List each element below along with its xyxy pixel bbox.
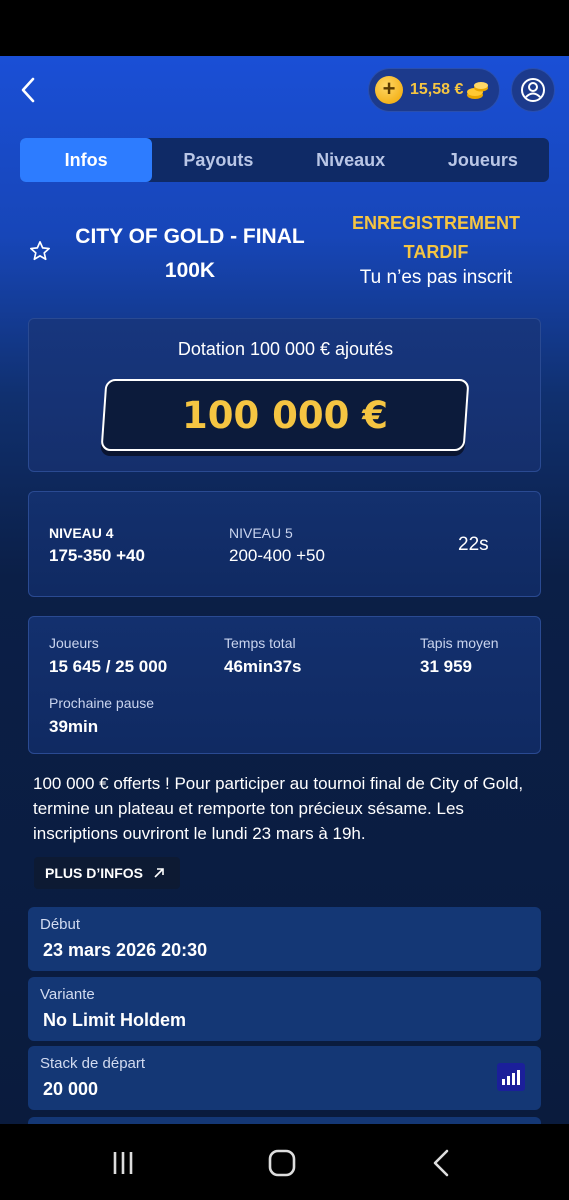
starting-stack-item: Stack de départ 20 000 — [28, 1046, 541, 1110]
more-info-label: PLUS D’INFOS — [45, 865, 144, 881]
back-arrow-icon — [433, 1149, 449, 1177]
current-level-blinds: 175-350 +40 — [49, 546, 145, 565]
tab-niveaux[interactable]: Niveaux — [285, 138, 417, 182]
next-level-label: NIVEAU 5 — [229, 525, 293, 541]
variant-label: Variante — [40, 986, 95, 1003]
tab-infos[interactable]: Infos — [20, 138, 153, 182]
back-button[interactable] — [14, 74, 42, 106]
start-date-item: Début 23 mars 2026 20:30 — [28, 907, 541, 971]
favorite-star-icon[interactable] — [29, 240, 51, 262]
current-level-label: NIVEAU 4 — [49, 525, 114, 541]
more-info-button[interactable]: PLUS D’INFOS — [34, 857, 180, 889]
stats-card: Joueurs 15 645 / 25 000 Temps total 46mi… — [28, 616, 541, 754]
home-button[interactable] — [262, 1146, 302, 1180]
coins-icon — [466, 79, 490, 101]
next-level-blinds: 200-400 +50 — [229, 546, 325, 565]
bar-chart-icon — [502, 1079, 505, 1085]
tab-payouts[interactable]: Payouts — [152, 138, 284, 182]
status-bar — [0, 0, 569, 56]
total-time-value: 46min37s — [224, 657, 302, 676]
next-break-label: Prochaine pause — [49, 695, 155, 711]
starting-stack-label: Stack de départ — [40, 1055, 146, 1072]
tab-bar: Infos Payouts Niveaux Joueurs — [20, 138, 549, 182]
recent-apps-button[interactable] — [103, 1146, 143, 1180]
variant-item: Variante No Limit Holdem — [28, 977, 541, 1041]
next-detail-item — [28, 1117, 541, 1124]
android-nav-bar — [0, 1124, 569, 1200]
levels-card: NIVEAU 4 175-350 +40 NIVEAU 5 200-400 +5… — [28, 491, 541, 597]
wallet-balance-button[interactable]: + 15,58 € — [368, 68, 500, 112]
external-link-icon — [154, 868, 164, 878]
avg-stack-value: 31 959 — [420, 657, 472, 676]
start-date-label: Début — [40, 916, 81, 933]
players-value: 15 645 / 25 000 — [49, 657, 168, 676]
avg-stack-label: Tapis moyen — [420, 635, 499, 651]
prize-amount-box: 100 000 € — [100, 379, 470, 451]
start-date-value: 23 mars 2026 20:30 — [43, 940, 208, 960]
next-break-value: 39min — [49, 717, 99, 736]
players-label: Joueurs — [49, 635, 99, 651]
starting-stack-value: 20 000 — [43, 1079, 99, 1099]
system-back-button[interactable] — [421, 1146, 461, 1180]
profile-button[interactable] — [511, 68, 555, 112]
add-funds-icon[interactable]: + — [375, 76, 403, 104]
registration-subtitle: Tu n’es pas inscrit — [359, 267, 513, 288]
home-icon — [268, 1149, 296, 1177]
tournament-description: 100 000 € offerts ! Pour participer au t… — [33, 774, 524, 843]
recent-apps-icon — [113, 1152, 133, 1174]
stack-chart-button[interactable] — [497, 1063, 525, 1091]
variant-value: No Limit Holdem — [43, 1010, 186, 1030]
chevron-left-icon — [21, 77, 35, 103]
registration-status: ENREGISTREMENT TARDIF — [351, 213, 520, 262]
prize-pool-label: Dotation 100 000 € ajoutés — [177, 339, 394, 359]
total-time-label: Temps total — [224, 635, 296, 651]
prize-pool-card: Dotation 100 000 € ajoutés 100 000 € — [28, 318, 541, 472]
wallet-amount: 15,58 € — [410, 81, 464, 98]
prize-amount: 100 000 € — [182, 393, 388, 437]
tournament-title: CITY OF GOLD - FINAL 100K — [75, 225, 305, 282]
level-timer: 22s — [458, 534, 489, 555]
user-icon — [521, 78, 545, 102]
tab-joueurs[interactable]: Joueurs — [417, 138, 549, 182]
tournament-screen: + 15,58 € Infos Payouts Niveaux Joueurs … — [0, 56, 569, 1124]
